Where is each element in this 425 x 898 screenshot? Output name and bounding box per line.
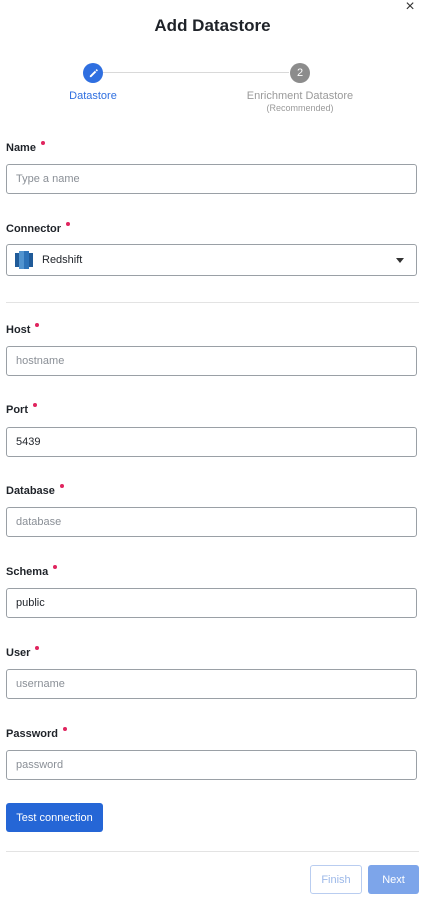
connector-select[interactable]: Redshift (6, 244, 417, 276)
required-indicator (59, 484, 64, 488)
password-input[interactable] (6, 750, 417, 780)
next-button[interactable]: Next (368, 865, 419, 894)
connector-selected-value: Redshift (42, 254, 83, 266)
step-2-label: Enrichment Datastore (246, 90, 354, 102)
section-divider (6, 302, 419, 303)
required-indicator (53, 565, 58, 569)
port-input[interactable] (6, 427, 417, 457)
database-label: Database (6, 484, 64, 497)
host-input[interactable] (6, 346, 417, 376)
password-label: Password (6, 727, 67, 740)
database-input[interactable] (6, 507, 417, 537)
finish-button[interactable]: Finish (310, 865, 362, 894)
required-indicator (66, 222, 70, 226)
user-label: User (6, 646, 40, 659)
test-connection-button[interactable]: Test connection (6, 803, 103, 832)
step-2-indicator: 2 (290, 63, 310, 83)
required-indicator (62, 727, 67, 731)
chevron-down-icon (396, 257, 404, 263)
schema-label: Schema (6, 565, 58, 578)
port-label: Port (6, 403, 37, 416)
close-icon[interactable]: × (403, 0, 417, 15)
required-indicator (35, 646, 40, 650)
user-input[interactable] (6, 669, 417, 699)
stepper-connector-line (103, 72, 289, 73)
host-label: Host (6, 323, 40, 336)
dialog-title: Add Datastore (154, 16, 271, 35)
required-indicator (33, 403, 37, 407)
step-1-label: Datastore (69, 90, 117, 102)
redshift-icon (15, 250, 33, 270)
required-indicator (35, 323, 40, 327)
step-1-indicator (83, 63, 103, 83)
connector-label: Connector (6, 222, 70, 235)
required-indicator (40, 141, 45, 145)
pencil-icon (89, 68, 98, 77)
name-input[interactable] (6, 164, 417, 194)
name-label: Name (6, 141, 45, 154)
step-2-sublabel: (Recommended) (266, 103, 334, 113)
schema-input[interactable] (6, 588, 417, 618)
footer-divider (6, 851, 419, 852)
